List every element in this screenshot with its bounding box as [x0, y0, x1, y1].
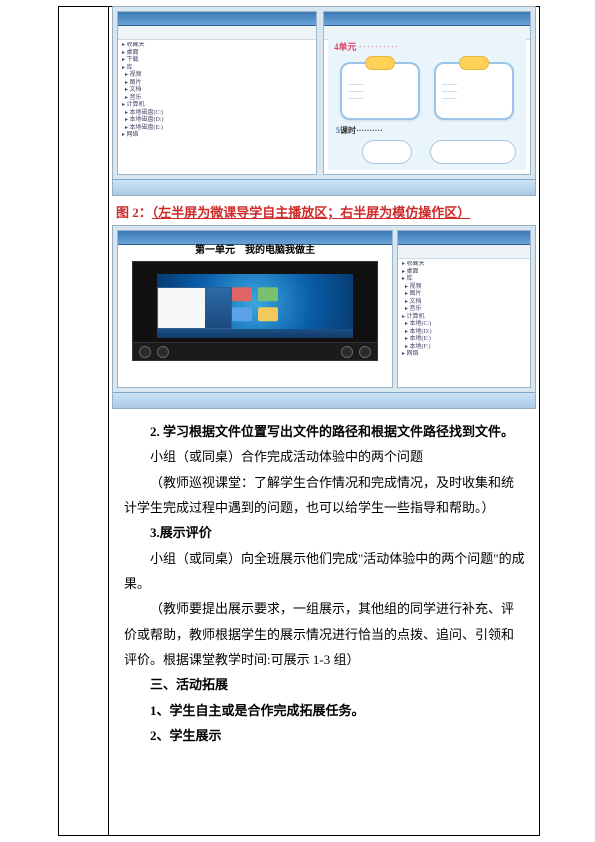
- paragraph: 小组（或同桌）合作完成活动体验中的两个问题: [124, 444, 526, 469]
- task-card-2: —————————: [434, 62, 514, 120]
- taskbar: [113, 392, 535, 408]
- body-text: 2. 学习根据文件位置写出文件的路径和根据文件路径找到文件。 小组（或同桌）合作…: [112, 419, 536, 748]
- screenshot-2: 第一单元 我的电脑我做主: [112, 225, 536, 409]
- folder-tree: ▸ 收藏夹▸ 桌面▸ 下载▸ 库 ▸ 视频 ▸ 图片 ▸ 文档 ▸ 音乐 ▸ 计…: [122, 42, 212, 170]
- folder-tree: ▸ 收藏夹▸ 桌面▸ 库 ▸ 视频 ▸ 图片 ▸ 文档 ▸ 音乐 ▸ 计算机 ▸…: [402, 261, 522, 383]
- screenshot-1-right-window: 4单元 ·········· ————————— ————————— 5课时··…: [323, 11, 531, 175]
- card-header-icon: [459, 56, 489, 70]
- window-titlebar: [324, 12, 530, 26]
- desktop-wallpaper: [157, 274, 352, 339]
- volume-button-icon: [341, 346, 353, 358]
- window-titlebar: [398, 231, 530, 245]
- caption-desc: （左半屏为微课导学自主播放区；右半屏为模仿操作区）: [152, 205, 471, 220]
- screenshot-1: ▸ 收藏夹▸ 桌面▸ 下载▸ 库 ▸ 视频 ▸ 图片 ▸ 文档 ▸ 音乐 ▸ 计…: [112, 6, 536, 196]
- screenshot-2-right-window: ▸ 收藏夹▸ 桌面▸ 库 ▸ 视频 ▸ 图片 ▸ 文档 ▸ 音乐 ▸ 计算机 ▸…: [397, 230, 531, 388]
- taskbar: [113, 179, 535, 195]
- paragraph: （教师要提出展示要求，一组展示，其他组的同学进行补充、评价或帮助，教师根据学生的…: [124, 596, 526, 672]
- screenshot-2-left-window: 第一单元 我的电脑我做主: [117, 230, 393, 388]
- banner-dots: ··········: [359, 42, 399, 52]
- paragraph: 2、学生展示: [124, 723, 526, 748]
- paragraph: 1、学生自主或是合作完成拓展任务。: [124, 698, 526, 723]
- window-titlebar: [118, 12, 316, 26]
- five-suffix: 课时··········: [340, 126, 383, 135]
- card-header-icon: [365, 56, 395, 70]
- banner-text: 4单元: [334, 42, 357, 52]
- caption-label: 图 2：: [116, 205, 152, 220]
- card-lines: —————————: [348, 82, 412, 103]
- task-card-1: —————————: [340, 62, 420, 120]
- video-player: [132, 261, 378, 361]
- paragraph: 小组（或同桌）向全班展示他们完成"活动体验中的两个问题"的成果。: [124, 546, 526, 597]
- figure-2-caption: 图 2：（左半屏为微课导学自主播放区；右半屏为模仿操作区）: [116, 202, 532, 221]
- speech-bubble-1: [362, 140, 412, 164]
- start-menu-right-panel: [205, 288, 231, 329]
- section-heading: 3.展示评价: [124, 520, 526, 545]
- paragraph: （教师巡视课堂：了解学生合作情况和完成情况，及时收集和统计学生完成过程中遇到的问…: [124, 470, 526, 521]
- play-button-icon: [139, 346, 151, 358]
- slide-area: 4单元 ·········· ————————— ————————— 5课时··…: [328, 34, 526, 170]
- section-heading: 三、活动拓展: [124, 672, 526, 697]
- screenshot-1-left-window: ▸ 收藏夹▸ 桌面▸ 下载▸ 库 ▸ 视频 ▸ 图片 ▸ 文档 ▸ 音乐 ▸ 计…: [117, 11, 317, 175]
- desktop-taskbar: [157, 329, 352, 338]
- main-content-cell: ▸ 收藏夹▸ 桌面▸ 下载▸ 库 ▸ 视频 ▸ 图片 ▸ 文档 ▸ 音乐 ▸ 计…: [108, 6, 540, 754]
- slide-banner: 4单元 ··········: [334, 40, 399, 53]
- five-conditions-label: 5课时··········: [336, 125, 383, 136]
- window-toolbar: [118, 26, 316, 40]
- video-title: 第一单元 我的电脑我做主: [132, 241, 378, 256]
- window-toolbar: [398, 245, 530, 259]
- stop-button-icon: [157, 346, 169, 358]
- speech-bubble-2: [430, 140, 516, 164]
- video-controls: [133, 342, 377, 360]
- fullscreen-button-icon: [359, 346, 371, 358]
- paragraph: 2. 学习根据文件位置写出文件的路径和根据文件路径找到文件。: [124, 419, 526, 444]
- windows-logo-icon: [232, 287, 278, 321]
- start-menu: [157, 287, 231, 330]
- card-lines: —————————: [442, 82, 506, 103]
